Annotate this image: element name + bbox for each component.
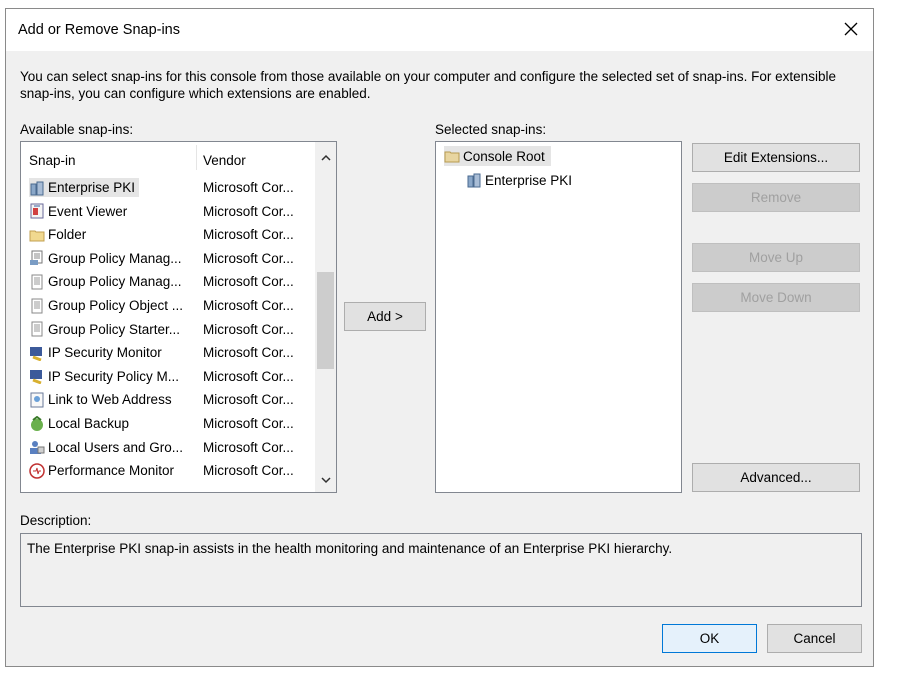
available-snapins-list[interactable]: Snap-in Vendor Enterprise PKI Microsoft C… (20, 141, 337, 493)
snapin-vendor: Microsoft Cor... (203, 321, 294, 337)
snapin-name: Local Backup (29, 414, 129, 433)
snapin-name: IP Security Policy M... (29, 367, 179, 386)
snapin-name-text: Group Policy Object ... (48, 298, 184, 313)
title-bar: Add or Remove Snap-ins (6, 9, 873, 51)
list-item[interactable]: Folder Microsoft Cor... (21, 223, 314, 246)
description-label: Description: (20, 513, 92, 528)
move-up-button[interactable]: Move Up (692, 243, 860, 272)
snapin-name-text: Enterprise PKI (48, 180, 136, 195)
folder-icon (444, 151, 460, 163)
description-box: The Enterprise PKI snap-in assists in th… (20, 533, 862, 607)
snapin-vendor: Microsoft Cor... (203, 416, 294, 431)
list-item[interactable]: Local Backup Microsoft Cor... (21, 412, 314, 435)
scrollbar-thumb[interactable] (317, 272, 334, 369)
snapin-name-text: Local Users and Gro... (48, 439, 184, 455)
intro-text: You can select snap-ins for this console… (20, 69, 836, 101)
tree-item-console-root[interactable]: Console Root (444, 146, 551, 166)
snapin-name-text: Local Backup (48, 416, 130, 431)
snapin-vendor: Microsoft Cor... (203, 203, 294, 219)
snapin-vendor: Microsoft Cor... (203, 368, 294, 384)
list-item[interactable]: Group Policy Starter... Microsoft Cor... (21, 318, 314, 341)
tree-item-enterprise-pki[interactable]: Enterprise PKI (466, 170, 572, 190)
folder-icon (29, 230, 45, 242)
tree-item-label: Enterprise PKI (485, 172, 573, 188)
snapin-name: Group Policy Manag... (29, 249, 182, 268)
snapin-name: Group Policy Manag... (29, 272, 182, 291)
list-item[interactable]: Group Policy Manag... Microsoft Cor... (21, 270, 314, 293)
tree-item-label: Console Root (463, 148, 545, 164)
list-item[interactable]: Group Policy Manag... Microsoft Cor... (21, 247, 314, 270)
snapin-name-text: Link to Web Address (48, 392, 172, 408)
group-policy-starter-icon (31, 321, 43, 337)
snapin-vendor: Microsoft Cor... (203, 463, 294, 479)
snapin-name-text: IP Security Monitor (48, 345, 162, 361)
selected-snapins-label: Selected snap-ins: (435, 122, 547, 137)
edit-extensions-button[interactable]: Edit Extensions... (692, 143, 860, 172)
ok-button[interactable]: OK (662, 624, 757, 653)
close-icon[interactable] (839, 17, 863, 41)
list-item[interactable]: IP Security Policy M... Microsoft Cor... (21, 365, 314, 388)
list-item[interactable]: Event Viewer Microsoft Cor... (21, 200, 314, 223)
snapin-vendor: Microsoft Cor... (203, 180, 294, 195)
snapin-name: Local Users and Gro... (29, 438, 183, 457)
web-link-icon (30, 392, 44, 408)
column-separator[interactable] (196, 145, 197, 170)
list-item[interactable]: Local Users and Gro... Microsoft Cor... (21, 436, 314, 459)
snapin-name: Folder (29, 225, 86, 244)
add-remove-snapins-dialog: Add or Remove Snap-ins You can select sn… (5, 8, 874, 667)
move-down-button[interactable]: Move Down (692, 283, 860, 312)
snapin-name: Event Viewer (29, 202, 127, 221)
add-button[interactable]: Add > (344, 302, 426, 331)
group-policy-management-icon (30, 250, 43, 266)
snapin-vendor: Microsoft Cor... (203, 439, 294, 455)
snapin-vendor: Microsoft Cor... (203, 274, 294, 290)
snapin-name: Group Policy Starter... (29, 320, 180, 339)
enterprise-pki-icon (30, 181, 44, 195)
snapin-name: IP Security Monitor (29, 343, 162, 362)
list-item[interactable]: Group Policy Object ... Microsoft Cor... (21, 294, 314, 317)
list-item[interactable]: Performance Monitor Microsoft Cor... (21, 459, 314, 482)
snapin-name: Link to Web Address (29, 390, 172, 409)
list-header: Snap-in Vendor (21, 142, 314, 172)
snapin-vendor: Microsoft Cor... (203, 298, 294, 313)
snapin-vendor: Microsoft Cor... (203, 227, 294, 243)
column-header-snapin[interactable]: Snap-in (29, 153, 76, 168)
group-policy-object-icon (31, 298, 43, 313)
list-item[interactable]: Link to Web Address Microsoft Cor... (21, 388, 314, 411)
selected-snapins-tree[interactable]: Console Root Enterprise PKI (435, 141, 682, 493)
cancel-button[interactable]: Cancel (767, 624, 862, 653)
group-policy-editor-icon (31, 274, 43, 290)
vertical-scrollbar[interactable] (315, 142, 336, 492)
window-title: Add or Remove Snap-ins (18, 22, 180, 38)
list-item[interactable]: Enterprise PKI Microsoft Cor... (21, 176, 314, 199)
snapin-name: Enterprise PKI (29, 178, 140, 197)
list-item[interactable]: IP Security Monitor Microsoft Cor... (21, 341, 314, 364)
snapin-name-text: IP Security Policy M... (48, 368, 180, 384)
snapin-name-text: Group Policy Manag... (48, 274, 182, 290)
snapin-name-text: Group Policy Manag... (48, 250, 182, 266)
scroll-up-icon[interactable] (315, 150, 336, 170)
advanced-button[interactable]: Advanced... (692, 463, 860, 492)
scroll-down-icon[interactable] (315, 472, 336, 492)
snapin-vendor: Microsoft Cor... (203, 345, 294, 361)
snapin-name-text: Event Viewer (48, 203, 128, 219)
column-header-vendor[interactable]: Vendor (203, 153, 246, 168)
snapin-name-text: Folder (48, 227, 87, 243)
snapin-name: Performance Monitor (29, 461, 174, 480)
remove-button[interactable]: Remove (692, 183, 860, 212)
enterprise-pki-icon (467, 173, 481, 188)
snapin-vendor: Microsoft Cor... (203, 250, 294, 266)
performance-monitor-icon (29, 462, 45, 479)
snapin-name-text: Performance Monitor (48, 463, 175, 479)
local-users-icon (30, 441, 45, 455)
snapin-vendor: Microsoft Cor... (203, 392, 294, 408)
snapin-name-text: Group Policy Starter... (48, 321, 181, 337)
available-snapins-label: Available snap-ins: (20, 122, 134, 137)
snapin-name: Group Policy Object ... (29, 296, 183, 315)
ip-security-policy-icon (30, 370, 42, 385)
event-viewer-icon (30, 203, 44, 219)
local-backup-icon (31, 415, 43, 431)
ip-security-monitor-icon (30, 346, 42, 361)
